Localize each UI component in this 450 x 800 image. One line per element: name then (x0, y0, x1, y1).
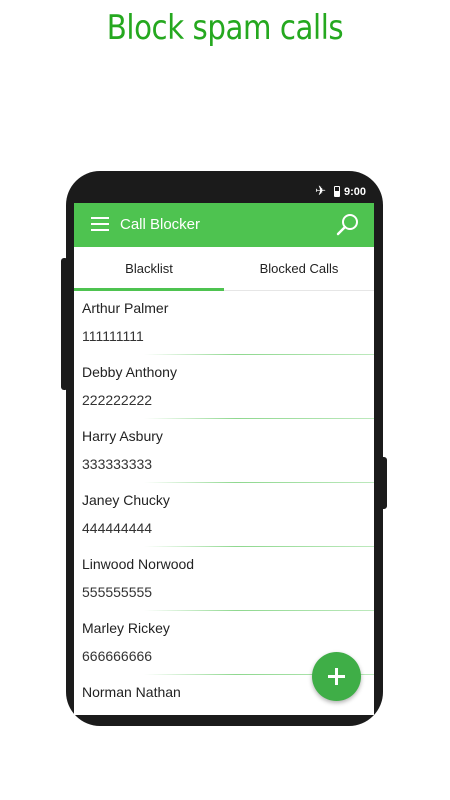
contact-name: Marley Rickey (82, 620, 170, 636)
tab-blacklist[interactable]: Blacklist (74, 247, 224, 291)
contact-name: Debby Anthony (82, 364, 177, 380)
contact-name: Linwood Norwood (82, 556, 195, 572)
contact-number: 777777777 (82, 712, 152, 715)
contact-name: Arthur Palmer (82, 300, 169, 316)
promo-headline: Block spam calls (106, 8, 344, 48)
menu-icon[interactable] (91, 217, 109, 231)
list-item[interactable]: Debby Anthony 222222222 (74, 355, 374, 419)
contact-number: 555555555 (82, 584, 153, 600)
contact-number: 444444444 (82, 520, 153, 536)
contact-name: Janey Chucky (82, 492, 170, 508)
battery-icon (334, 186, 340, 197)
contact-number: 111111111 (82, 328, 144, 344)
list-item[interactable]: Linwood Norwood 555555555 (74, 547, 374, 611)
app-screen: Call Blocker Blacklist Blocked Calls Art… (74, 203, 374, 715)
phone-side-button-right (380, 457, 387, 509)
status-bar: ✈ 9:00 (74, 182, 374, 203)
contact-number: 333333333 (82, 456, 153, 472)
contact-number: 222222222 (82, 392, 153, 408)
contact-name: Harry Asbury (82, 428, 163, 444)
tab-bar: Blacklist Blocked Calls (74, 247, 374, 291)
tab-blocked-calls[interactable]: Blocked Calls (224, 247, 374, 290)
list-item[interactable]: Janey Chucky 444444444 (74, 483, 374, 547)
contact-name: Norman Nathan (82, 684, 181, 700)
app-toolbar: Call Blocker (74, 203, 374, 247)
add-contact-button[interactable] (312, 652, 361, 701)
list-item[interactable]: Harry Asbury 333333333 (74, 419, 374, 483)
search-icon[interactable] (336, 213, 360, 237)
blacklist-list: Arthur Palmer 111111111 Debby Anthony 22… (74, 291, 374, 715)
app-title: Call Blocker (120, 216, 201, 233)
airplane-icon: ✈ (315, 183, 326, 198)
list-item[interactable]: Arthur Palmer 111111111 (74, 291, 374, 355)
status-time: 9:00 (343, 186, 366, 198)
contact-number: 666666666 (82, 648, 153, 664)
